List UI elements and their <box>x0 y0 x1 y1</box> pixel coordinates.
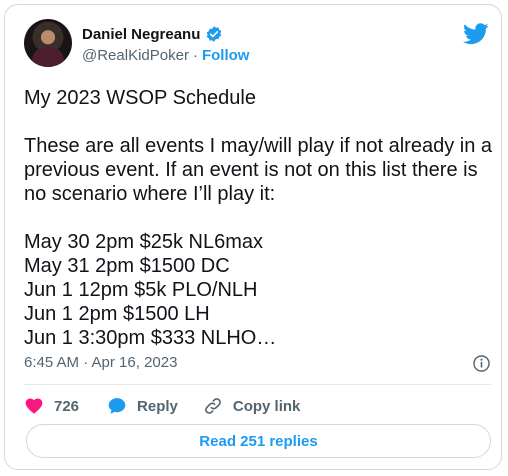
author-handle[interactable]: @RealKidPoker <box>82 47 189 64</box>
tweet-actions: 726 Reply Copy link <box>24 396 300 416</box>
follow-button[interactable]: Follow <box>202 47 250 64</box>
copy-link-button[interactable]: Copy link <box>203 396 301 416</box>
heart-icon <box>25 398 43 414</box>
divider <box>24 384 491 385</box>
reply-label: Reply <box>137 397 178 415</box>
info-icon[interactable] <box>472 354 491 373</box>
tweet-card: Daniel Negreanu @RealKidPoker · Follow M… <box>4 4 502 470</box>
like-button[interactable]: 726 <box>24 396 79 416</box>
read-replies-label: Read 251 replies <box>199 432 318 450</box>
read-replies-button[interactable]: Read 251 replies <box>26 424 491 458</box>
copy-link-label: Copy link <box>232 397 301 415</box>
author-handle-row: @RealKidPoker · Follow <box>82 47 249 64</box>
author-display-name[interactable]: Daniel Negreanu <box>82 26 200 43</box>
verified-badge-icon <box>207 26 222 42</box>
like-count: 726 <box>54 397 80 415</box>
author-name-row: Daniel Negreanu <box>82 25 223 43</box>
tweet-timestamp[interactable]: 6:45 AM · Apr 16, 2023 <box>24 354 177 371</box>
twitter-bird-icon[interactable] <box>463 23 489 45</box>
reply-bubble-icon <box>108 398 126 414</box>
reply-button[interactable]: Reply <box>107 396 178 416</box>
handle-separator: · <box>192 47 198 64</box>
link-icon <box>205 398 221 414</box>
tweet-text: My 2023 WSOP Schedule These are all even… <box>24 87 492 349</box>
avatar[interactable] <box>24 19 72 67</box>
